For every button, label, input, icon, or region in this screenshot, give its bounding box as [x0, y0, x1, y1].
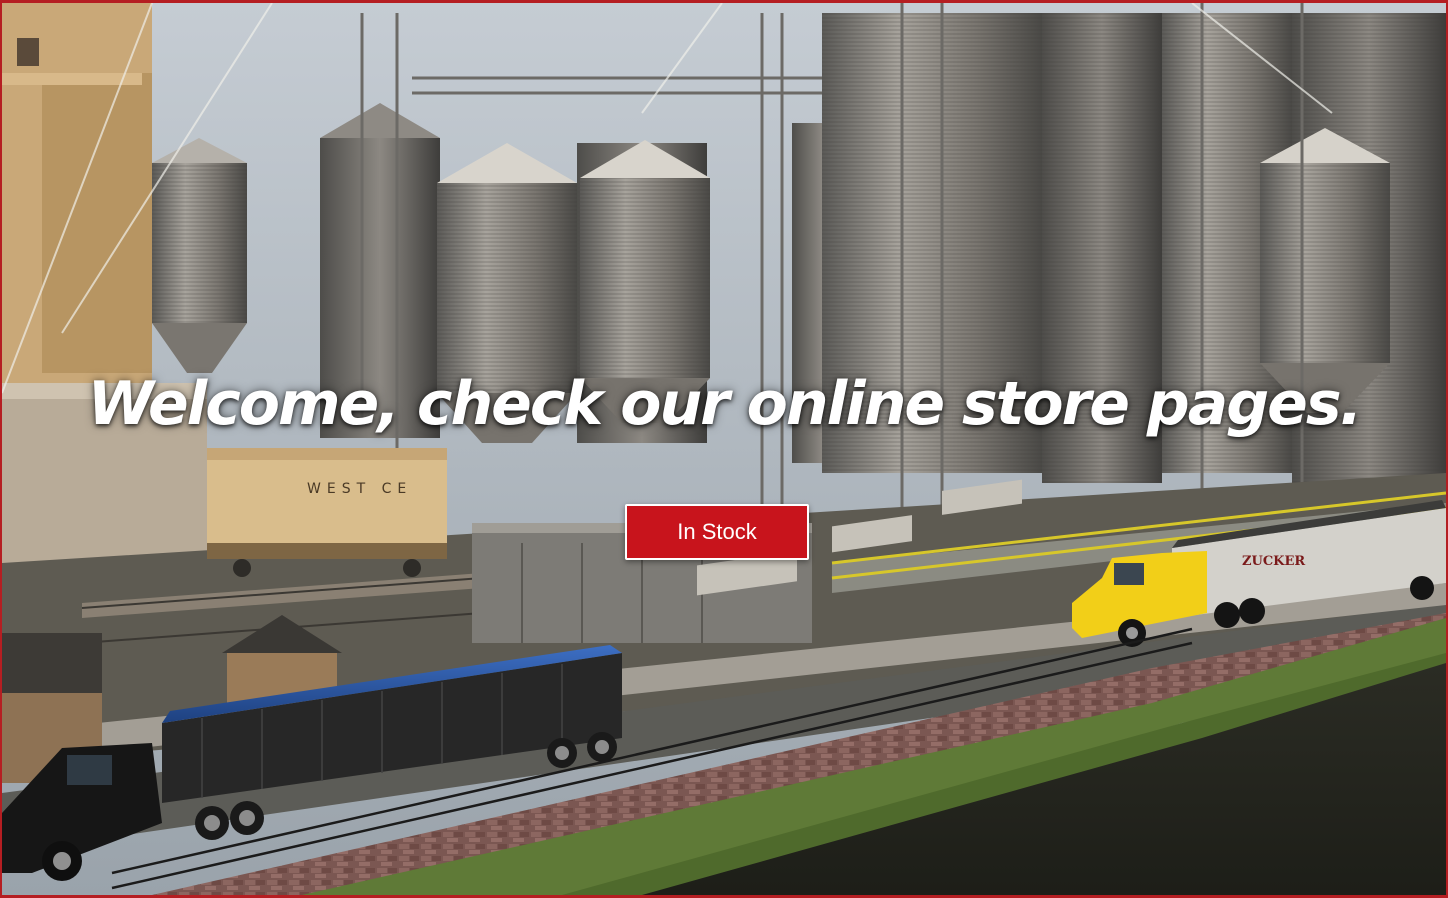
svg-text:WEST CE: WEST CE: [307, 481, 412, 497]
hero-headline: Welcome, check our online store pages.: [87, 369, 1363, 439]
hero-banner: WEST CE ZUCKER Welcome, check our online…: [0, 0, 1448, 898]
hero-background-photo: WEST CE ZUCKER: [2, 3, 1446, 895]
in-stock-button[interactable]: In Stock: [625, 504, 809, 560]
svg-text:ZUCKER: ZUCKER: [1242, 554, 1305, 569]
train-car: [207, 448, 447, 577]
